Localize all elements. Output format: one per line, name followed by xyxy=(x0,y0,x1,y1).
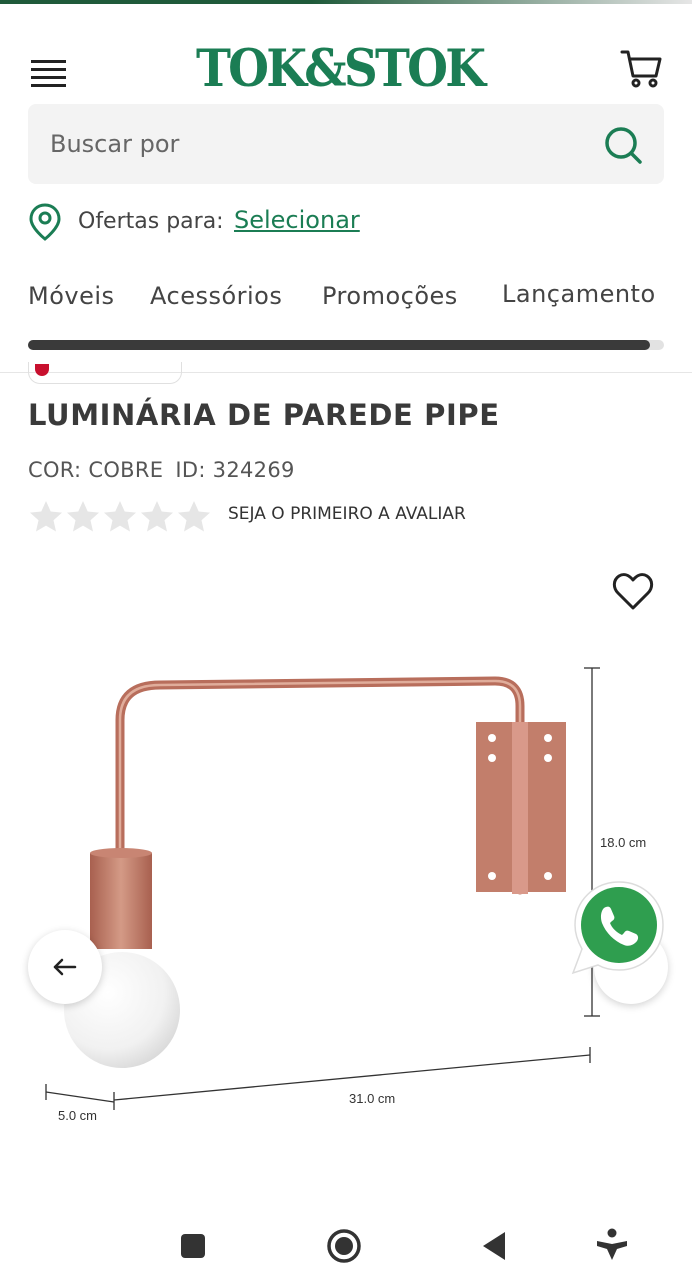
accessibility-body xyxy=(597,1241,627,1260)
offers-label: Ofertas para: xyxy=(78,209,224,234)
product-id: ID: 324269 xyxy=(175,458,295,482)
star-icon xyxy=(104,501,136,532)
search-button[interactable] xyxy=(600,122,648,170)
socket-top xyxy=(90,848,152,858)
site-header: TOK&STOK xyxy=(0,4,692,104)
home-dot xyxy=(335,1237,353,1255)
plate-ridge xyxy=(512,722,528,894)
home-button[interactable] xyxy=(322,1224,366,1268)
offers-location: Ofertas para: Selecionar xyxy=(28,202,588,246)
category-promocoes[interactable]: Promoções xyxy=(322,282,458,310)
product-title: LUMINÁRIA DE PAREDE PIPE xyxy=(28,398,500,432)
screw xyxy=(488,754,496,762)
category-lancamento[interactable]: Lançamento xyxy=(502,280,656,308)
back-button[interactable] xyxy=(474,1224,518,1268)
badge-icon xyxy=(35,364,49,376)
system-navigation-bar xyxy=(0,1210,692,1280)
screw xyxy=(544,734,552,742)
whatsapp-button[interactable] xyxy=(570,878,668,976)
select-location-link[interactable]: Selecionar xyxy=(234,206,360,234)
logo[interactable]: TOK&STOK xyxy=(196,37,496,101)
prev-image-button[interactable] xyxy=(28,930,102,1004)
menu-icon xyxy=(31,60,66,63)
cart-button[interactable] xyxy=(618,44,666,92)
back-triangle-icon xyxy=(483,1232,505,1260)
category-nav: Móveis Acessórios Promoções Lançamento xyxy=(0,276,692,324)
category-moveis[interactable]: Móveis xyxy=(28,282,115,310)
screw xyxy=(544,754,552,762)
search-bar xyxy=(28,104,664,184)
heart-icon xyxy=(612,573,654,610)
product-meta: COR: COBRE ID: 324269 xyxy=(28,458,295,482)
search-icon xyxy=(605,127,642,164)
category-acessorios[interactable]: Acessórios xyxy=(150,282,282,310)
recent-apps-button[interactable] xyxy=(171,1224,215,1268)
dim-depth-label: 5.0 cm xyxy=(58,1108,97,1123)
rating-stars[interactable] xyxy=(28,497,212,537)
product-badge xyxy=(28,362,182,384)
location-pin-icon xyxy=(29,203,61,241)
menu-icon-line xyxy=(31,76,66,79)
dim-line-depth xyxy=(45,1091,115,1103)
accessibility-button[interactable] xyxy=(590,1224,634,1268)
dim-width-label: 31.0 cm xyxy=(349,1091,395,1106)
screw xyxy=(488,734,496,742)
whatsapp-icon xyxy=(571,881,664,975)
lamp-arm xyxy=(115,676,525,895)
logo-text: TOK&STOK xyxy=(196,39,486,99)
dim-height-label: 18.0 cm xyxy=(600,835,646,850)
lamp-arm-highlight xyxy=(118,679,522,892)
square-icon xyxy=(181,1234,205,1258)
first-review-link[interactable]: SEJA O PRIMEIRO A AVALIAR xyxy=(228,504,466,524)
star-icon xyxy=(178,501,210,532)
screw xyxy=(544,872,552,880)
star-icon xyxy=(30,501,62,532)
menu-icon-line xyxy=(31,68,66,71)
menu-button[interactable] xyxy=(28,56,70,90)
scrollbar-thumb[interactable] xyxy=(28,340,650,350)
cart-icon xyxy=(620,50,662,88)
menu-icon-line xyxy=(31,84,66,87)
favorite-button[interactable] xyxy=(610,570,656,614)
category-scrollbar[interactable] xyxy=(28,340,664,350)
star-icon xyxy=(141,501,173,532)
screw xyxy=(488,872,496,880)
accessibility-icon xyxy=(607,1228,617,1238)
arrow-left-icon xyxy=(53,958,77,976)
search-input[interactable] xyxy=(50,122,590,166)
star-icon xyxy=(67,501,99,532)
product-color: COR: COBRE xyxy=(28,458,164,482)
